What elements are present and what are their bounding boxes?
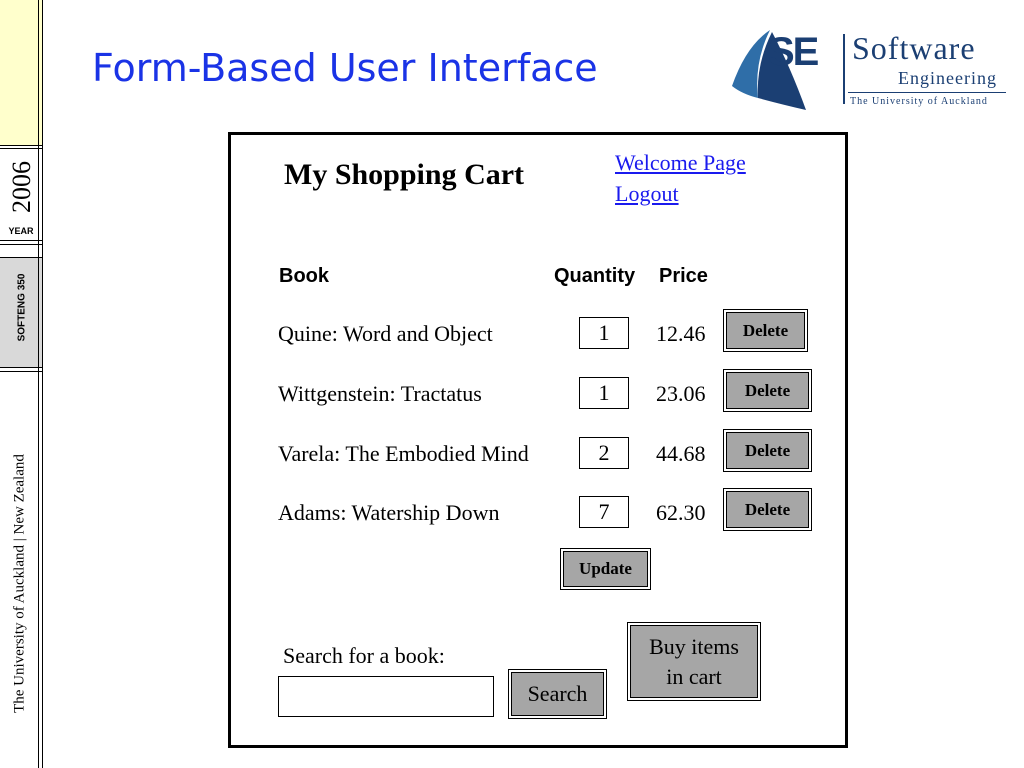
sidebar-divider — [0, 145, 42, 146]
search-label: Search for a book: — [283, 643, 445, 668]
search-button[interactable]: Search — [508, 669, 607, 719]
logo-separator — [843, 34, 845, 104]
logo-engineering-text: Engineering — [898, 68, 997, 88]
column-header-quantity: Quantity — [554, 265, 636, 287]
logo-mark: SE — [768, 30, 819, 74]
book-price: 12.46 — [656, 321, 706, 346]
logout-link[interactable]: Logout — [615, 181, 679, 207]
search-input[interactable] — [278, 676, 494, 717]
buy-items-button-label: Buy items in cart — [630, 625, 758, 698]
sidebar-divider — [0, 240, 42, 241]
sidebar-edge-line — [38, 0, 39, 768]
delete-button-label: Delete — [726, 432, 809, 469]
sidebar-year-label: YEAR — [8, 226, 34, 236]
buy-items-button[interactable]: Buy items in cart — [627, 622, 761, 701]
column-header-price: Price — [659, 265, 708, 287]
book-price: 62.30 — [656, 500, 706, 525]
book-title: Wittgenstein: Tractatus — [278, 381, 482, 406]
sidebar-year: 2006 — [7, 161, 36, 213]
sidebar-highlight — [0, 0, 42, 145]
update-button-label: Update — [563, 551, 648, 587]
sidebar-divider — [0, 148, 42, 149]
cart-title: My Shopping Cart — [284, 158, 525, 191]
quantity-field[interactable]: 7 — [579, 496, 629, 528]
buy-items-line1: Buy items — [649, 633, 739, 659]
delete-button-label: Delete — [726, 372, 809, 409]
book-title: Adams: Watership Down — [278, 500, 500, 525]
logo-divider — [848, 92, 1006, 93]
delete-button-label: Delete — [726, 491, 809, 528]
sidebar-divider — [0, 371, 42, 372]
slide-title: Form-Based User Interface — [92, 46, 598, 90]
book-price: 44.68 — [656, 441, 706, 466]
delete-button[interactable]: Delete — [723, 369, 812, 412]
delete-button[interactable]: Delete — [723, 488, 812, 531]
welcome-page-link[interactable]: Welcome Page — [615, 150, 746, 176]
book-title: Varela: The Embodied Mind — [278, 441, 529, 466]
delete-button[interactable]: Delete — [723, 429, 812, 472]
quantity-field[interactable]: 1 — [579, 377, 629, 409]
sidebar-university: The University of Auckland | New Zealand — [11, 454, 28, 713]
quantity-field[interactable]: 2 — [579, 437, 629, 469]
sidebar-divider — [0, 244, 42, 245]
delete-button[interactable]: Delete — [723, 309, 808, 352]
quantity-field[interactable]: 1 — [579, 317, 629, 349]
sidebar-course: SOFTENG 350 — [16, 273, 28, 342]
book-price: 23.06 — [656, 381, 706, 406]
search-button-label: Search — [511, 672, 604, 716]
buy-items-line2: in cart — [666, 663, 722, 689]
sidebar: 2006 YEAR SOFTENG 350 The University of … — [0, 0, 43, 768]
delete-button-label: Delete — [726, 312, 805, 349]
update-button[interactable]: Update — [560, 548, 651, 590]
logo-university-text: The University of Auckland — [850, 96, 988, 107]
column-header-book: Book — [279, 265, 329, 287]
book-title: Quine: Word and Object — [278, 321, 493, 346]
logo-software-text: Software — [852, 30, 976, 66]
